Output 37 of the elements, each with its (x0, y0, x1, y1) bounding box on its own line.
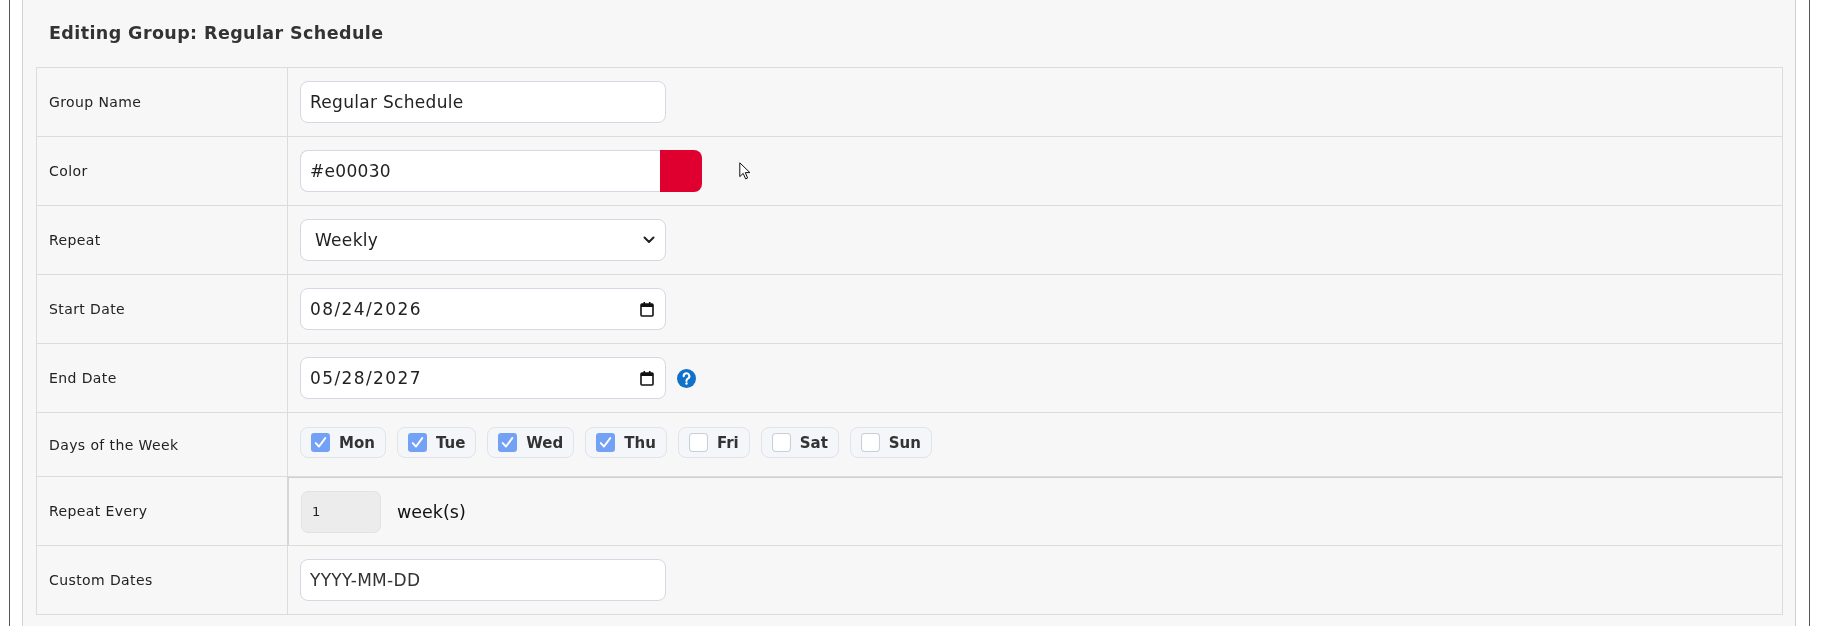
field-label: Custom Dates (49, 572, 153, 588)
panel-title: Editing Group: Regular Schedule (49, 22, 384, 44)
help-icon[interactable] (677, 368, 696, 388)
day-toggle[interactable]: Tue (396, 427, 477, 458)
calendar-icon[interactable] (640, 302, 654, 317)
unit-label: week(s) (397, 501, 466, 522)
calendar-icon[interactable] (640, 371, 654, 386)
field-label: Days of the Week (49, 436, 179, 453)
repeat-dropdown[interactable]: Weekly (300, 219, 666, 261)
field-label: Start Date (49, 301, 126, 317)
color-swatch-icon[interactable] (660, 150, 702, 192)
date-field[interactable]: 08/24/2026 (300, 288, 666, 330)
day-toggle[interactable]: Wed (487, 427, 575, 458)
checkbox-icon[interactable] (688, 433, 708, 452)
caret-icon (643, 236, 655, 244)
field-label: Repeat (49, 232, 101, 248)
field-label: Color (49, 163, 88, 179)
mouse-pointer-icon (739, 162, 751, 180)
day-toggle[interactable]: Mon (300, 427, 386, 458)
checked-checkbox-icon[interactable] (311, 433, 330, 452)
field-label: End Date (49, 370, 117, 386)
checked-checkbox-icon[interactable] (407, 433, 427, 452)
day-toggle[interactable]: Sun (849, 427, 932, 458)
checkbox-icon[interactable] (860, 433, 880, 452)
checked-checkbox-icon[interactable] (498, 433, 518, 452)
text-field[interactable]: YYYY-MM-DD (300, 559, 666, 601)
checked-checkbox-icon[interactable] (596, 433, 616, 452)
day-toggle[interactable]: Sat (760, 427, 839, 458)
checkbox-icon[interactable] (771, 433, 791, 452)
day-toggle[interactable]: Thu (585, 427, 667, 458)
text-field[interactable]: Regular Schedule (300, 81, 666, 123)
color-field[interactable]: #e00030 (300, 150, 660, 192)
date-field[interactable]: 05/28/2027 (300, 357, 666, 399)
field-label: Group Name (49, 94, 142, 110)
day-toggle[interactable]: Fri (677, 427, 750, 458)
field-label: Repeat Every (49, 503, 148, 519)
number-field[interactable]: 1 (301, 490, 381, 533)
